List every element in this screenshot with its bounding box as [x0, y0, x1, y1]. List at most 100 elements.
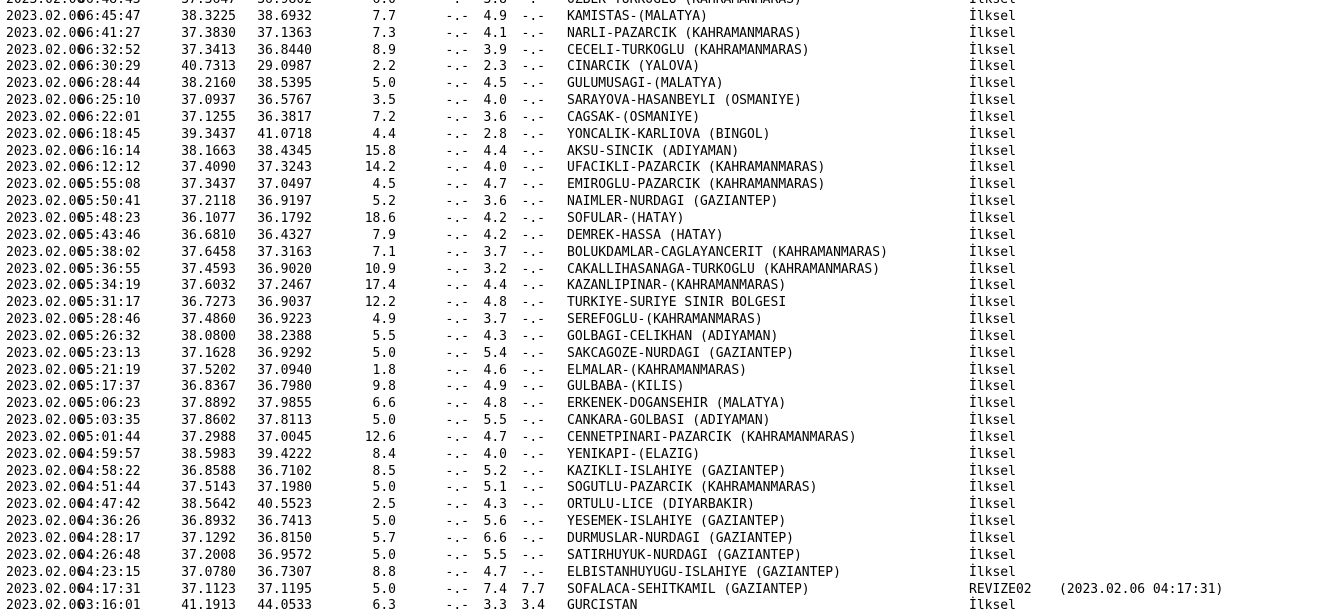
mw-magnitude-cell: -.-	[521, 109, 545, 125]
time-cell: 06:41:27	[78, 25, 141, 41]
ml-magnitude-cell: 4.8	[483, 396, 507, 412]
table-row: 2023.02.0604:23:15 37.0780 36.7307 8.8 -.- 4.…	[6, 565, 1319, 582]
longitude-cell: 36.7980	[257, 379, 312, 395]
time-cell: 03:16:01	[78, 598, 141, 614]
date-cell: 2023.02.06	[6, 581, 85, 597]
depth-cell: 6.3	[372, 598, 396, 614]
longitude-cell: 37.2467	[257, 278, 312, 294]
longitude-cell: 37.3163	[257, 244, 312, 260]
md-magnitude-cell: -.-	[445, 396, 469, 412]
date-cell: 2023.02.06	[6, 429, 85, 445]
md-magnitude-cell: -.-	[445, 227, 469, 243]
md-magnitude-cell: -.-	[445, 295, 469, 311]
ml-magnitude-cell: 4.5	[483, 76, 507, 92]
location-cell: KAZANLIPINAR-(KAHRAMANMARAS)	[567, 278, 787, 294]
time-cell: 05:38:02	[78, 244, 141, 260]
ml-magnitude-cell: 4.7	[483, 177, 507, 193]
depth-cell: 7.3	[372, 25, 396, 41]
md-magnitude-cell: -.-	[445, 345, 469, 361]
location-cell: GURCISTAN	[567, 598, 638, 614]
md-magnitude-cell: -.-	[445, 312, 469, 328]
latitude-cell: 41.1913	[181, 598, 236, 614]
longitude-cell: 39.4222	[257, 446, 312, 462]
latitude-cell: 40.7313	[181, 59, 236, 75]
mw-magnitude-cell: -.-	[521, 59, 545, 75]
md-magnitude-cell: -.-	[445, 547, 469, 563]
status-cell: İlksel	[969, 429, 1016, 445]
earthquake-listing: 2023.02.0606:48:4337.364736.98026.0-.-3.…	[6, 0, 1319, 614]
depth-cell: 5.0	[372, 345, 396, 361]
ml-magnitude-cell: 2.8	[483, 126, 507, 142]
location-cell: ELBISTANHUYUGU-ISLAHIYE (GAZIANTEP)	[567, 564, 841, 580]
depth-cell: 6.0	[312, 0, 396, 9]
latitude-cell: 38.2160	[181, 76, 236, 92]
date-cell: 2023.02.06	[6, 76, 85, 92]
table-row: 2023.02.0604:26:48 37.2008 36.9572 5.0 -.- 5.…	[6, 548, 1319, 565]
depth-cell: 4.9	[372, 312, 396, 328]
latitude-cell: 36.6810	[181, 227, 236, 243]
time-cell: 05:17:37	[78, 379, 141, 395]
mw-magnitude-cell: -.-	[521, 362, 545, 378]
ml-magnitude-cell: 3.6	[483, 109, 507, 125]
date-cell: 2023.02.06	[6, 547, 85, 563]
ml-magnitude-cell: 7.4	[483, 581, 507, 597]
time-cell: 05:36:55	[78, 261, 141, 277]
depth-cell: 2.2	[372, 59, 396, 75]
longitude-cell: 36.9292	[257, 345, 312, 361]
time-cell: 04:58:22	[78, 463, 141, 479]
status-cell: İlksel	[969, 76, 1016, 92]
md-magnitude-cell: -.-	[445, 42, 469, 58]
location-cell: SATIRHUYUK-NURDAGI (GAZIANTEP)	[567, 547, 802, 563]
md-magnitude-cell: -.-	[445, 413, 469, 429]
longitude-cell: 37.0940	[257, 362, 312, 378]
table-row: 2023.02.0606:28:44 38.2160 38.5395 5.0 -.- 4.…	[6, 76, 1319, 93]
md-magnitude-cell: -.-	[445, 379, 469, 395]
longitude-cell: 38.6932	[257, 8, 312, 24]
status-cell: İlksel	[969, 160, 1016, 176]
depth-cell: 5.0	[372, 413, 396, 429]
time-cell: 04:47:42	[78, 497, 141, 513]
table-row: 2023.02.0605:36:55 37.4593 36.9020 10.9 -.- 3…	[6, 262, 1319, 279]
latitude-cell: 37.8892	[181, 396, 236, 412]
table-row: 2023.02.0605:23:13 37.1628 36.9292 5.0 -.- 5.…	[6, 346, 1319, 363]
latitude-cell: 37.8602	[181, 413, 236, 429]
ml-magnitude-cell: 4.7	[483, 564, 507, 580]
date-cell: 2023.02.06	[6, 379, 85, 395]
date-cell: 2023.02.06	[6, 463, 85, 479]
longitude-cell: 37.1363	[257, 25, 312, 41]
table-row: 2023.02.0605:31:17 36.7273 36.9037 12.2 -.- 4…	[6, 295, 1319, 312]
latitude-cell: 37.6458	[181, 244, 236, 260]
ml-magnitude-cell: 3.9	[483, 42, 507, 58]
longitude-cell: 40.5523	[257, 497, 312, 513]
status-cell: İlksel	[969, 379, 1016, 395]
table-row: 2023.02.0606:32:52 37.3413 36.8440 8.9 -.- 3.…	[6, 43, 1319, 60]
table-row: 2023.02.0605:06:23 37.8892 37.9855 6.6 -.- 4.…	[6, 396, 1319, 413]
status-cell: İlksel	[969, 59, 1016, 75]
latitude-cell: 38.5642	[181, 497, 236, 513]
longitude-cell: 36.7413	[257, 514, 312, 530]
latitude-cell: 36.7273	[181, 295, 236, 311]
status-cell: İlksel	[969, 531, 1016, 546]
depth-cell: 5.7	[372, 531, 396, 546]
md-magnitude-cell: -.-	[445, 429, 469, 445]
time-cell: 05:48:23	[78, 210, 141, 226]
table-row: 2023.02.0606:12:12 37.4090 37.3243 14.2 -.- 4…	[6, 160, 1319, 177]
mw-magnitude-cell: -.-	[521, 463, 545, 479]
ml-magnitude-cell: 5.5	[483, 547, 507, 563]
table-row: 2023.02.0605:38:02 37.6458 37.3163 7.1 -.- 3.…	[6, 245, 1319, 262]
latitude-cell: 37.2988	[181, 429, 236, 445]
latitude-cell: 37.1292	[181, 531, 236, 546]
ml-magnitude-cell: 4.8	[483, 295, 507, 311]
longitude-cell: 37.0045	[257, 429, 312, 445]
ml-magnitude-cell: 4.9	[483, 379, 507, 395]
mw-magnitude-cell: -.-	[521, 8, 545, 24]
time-cell: 06:45:47	[78, 8, 141, 24]
mw-magnitude-cell: -.-	[507, 0, 545, 9]
latitude-cell: 39.3437	[181, 126, 236, 142]
status-cell: İlksel	[969, 463, 1016, 479]
time-cell: 05:55:08	[78, 177, 141, 193]
status-cell: İlksel	[969, 210, 1016, 226]
longitude-cell: 36.9197	[257, 194, 312, 210]
date-cell: 2023.02.06	[6, 531, 85, 546]
longitude-cell: 36.7102	[257, 463, 312, 479]
